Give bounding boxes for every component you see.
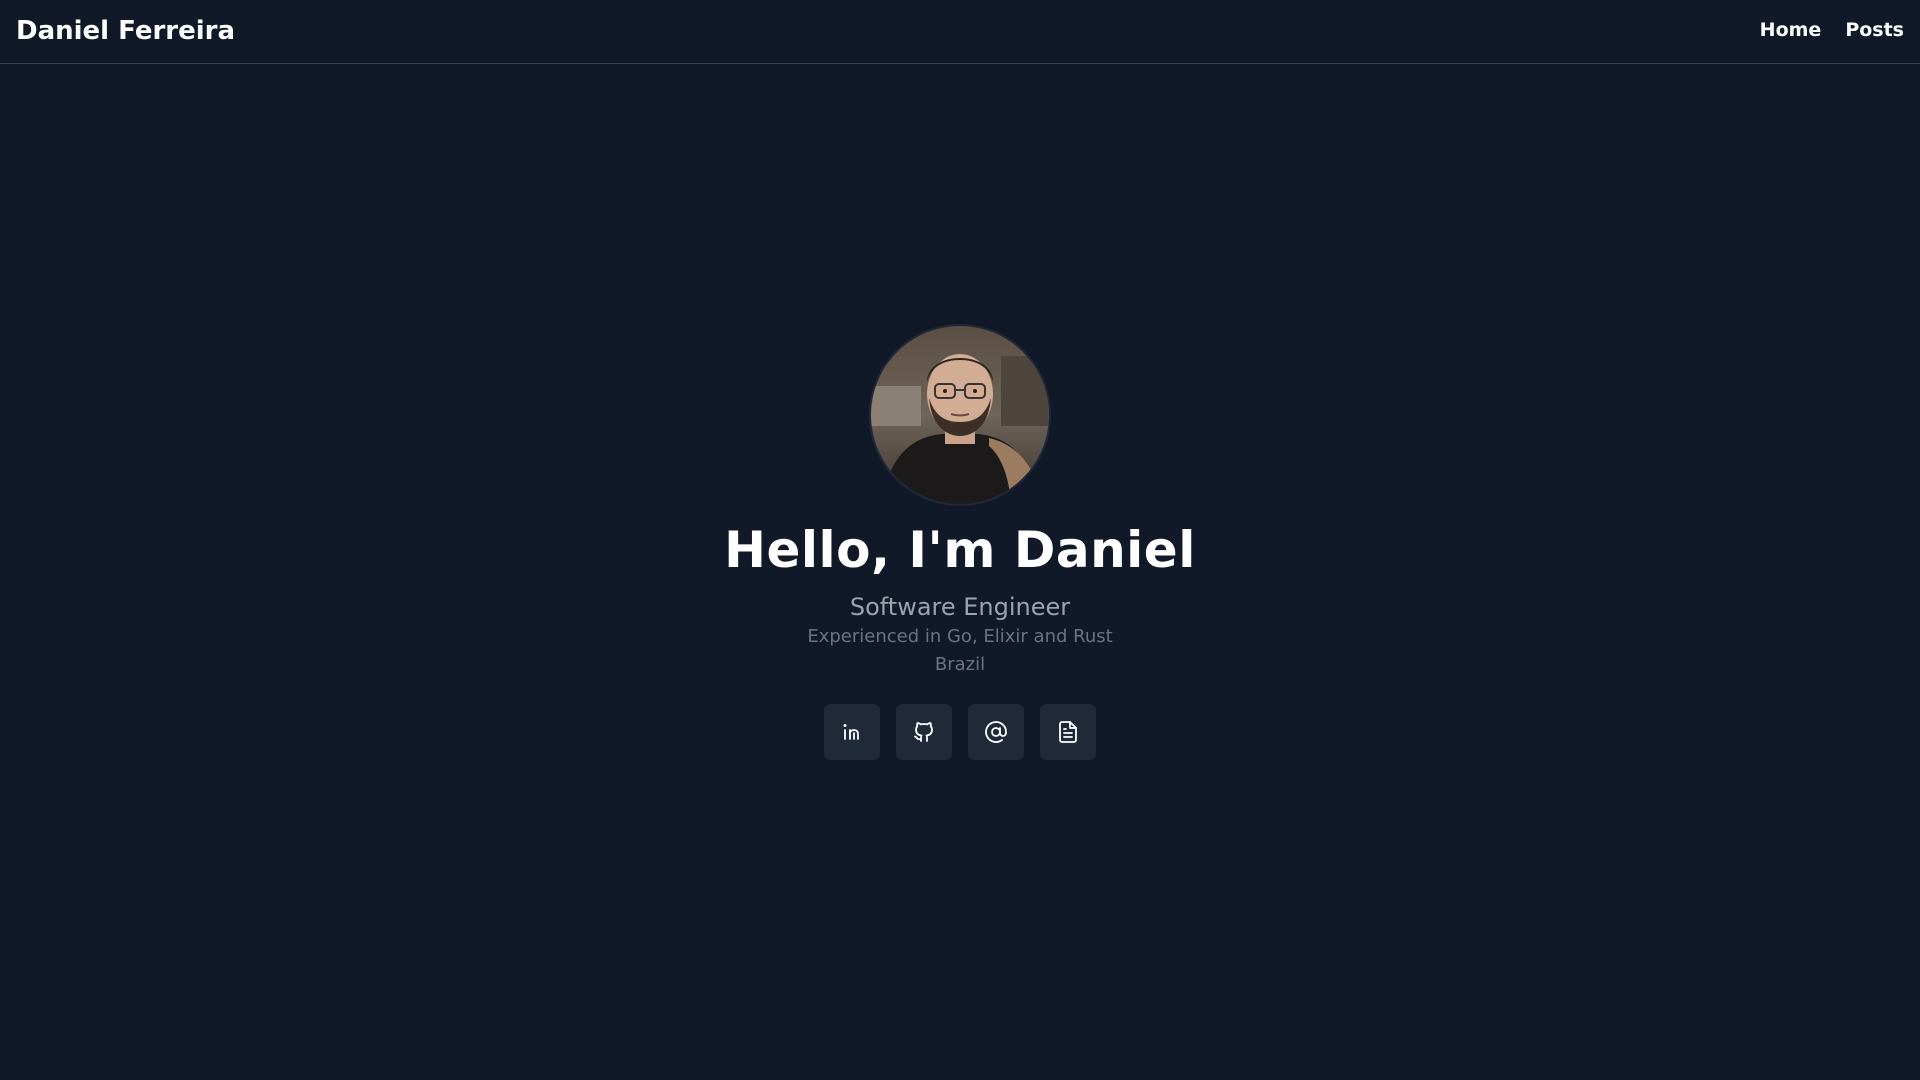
nav-links: Home Posts (1760, 17, 1904, 43)
linkedin-button[interactable] (824, 704, 880, 760)
github-button[interactable] (896, 704, 952, 760)
hero-section: Hello, I'm Daniel Software Engineer Expe… (0, 326, 1920, 760)
avatar-photo (871, 326, 1049, 504)
location-text: Brazil (934, 654, 986, 675)
resume-button[interactable] (1040, 704, 1096, 760)
github-icon (914, 722, 933, 742)
email-at-icon (985, 721, 1007, 743)
experience-text: Experienced in Go, Elixir and Rust (807, 626, 1113, 647)
email-button[interactable] (968, 704, 1024, 760)
linkedin-icon (843, 724, 859, 740)
job-title: Software Engineer (849, 593, 1071, 621)
nav-home-link[interactable]: Home (1760, 17, 1822, 43)
social-links (824, 704, 1096, 760)
avatar (871, 326, 1049, 504)
page-title: Hello, I'm Daniel (724, 521, 1196, 579)
brand-link[interactable]: Daniel Ferreira (16, 14, 235, 48)
navbar: Daniel Ferreira Home Posts (0, 0, 1920, 64)
document-icon (1059, 721, 1077, 743)
nav-posts-link[interactable]: Posts (1845, 17, 1904, 43)
